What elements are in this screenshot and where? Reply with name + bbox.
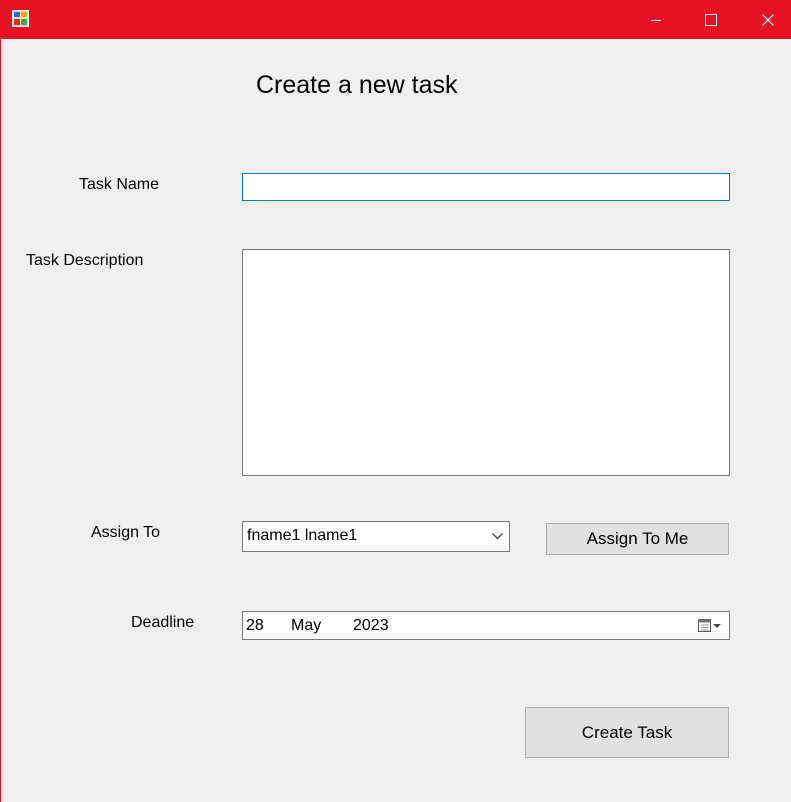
assign-to-label: Assign To [91,524,161,541]
deadline-year[interactable]: 2023 [353,617,389,635]
deadline-day[interactable]: 28 [246,617,264,635]
assign-to-me-button[interactable]: Assign To Me [546,523,729,555]
maximize-button[interactable] [688,0,734,39]
form-app-icon [12,10,29,27]
maximize-icon [705,13,717,26]
deadline-label: Deadline [131,614,195,631]
calendar-dropdown-icon[interactable] [697,617,723,635]
deadline-datepicker[interactable]: 28 May 2023 [242,611,730,640]
page-title: Create a new task [256,71,458,99]
title-bar[interactable] [0,0,791,39]
task-description-input[interactable] [242,249,730,476]
minimize-button[interactable] [633,0,679,39]
assign-to-selected-value: fname1 lname1 [247,527,358,544]
close-button[interactable] [745,0,791,39]
assign-to-combobox[interactable]: fname1 lname1 [242,521,510,552]
close-icon [762,13,774,26]
task-name-input[interactable] [242,173,730,201]
deadline-month[interactable]: May [291,617,321,635]
minimize-icon [651,19,661,21]
create-task-button[interactable]: Create Task [525,707,729,758]
chevron-down-icon[interactable] [492,533,503,540]
task-description-label: Task Description [26,252,144,269]
task-name-label: Task Name [79,176,160,193]
